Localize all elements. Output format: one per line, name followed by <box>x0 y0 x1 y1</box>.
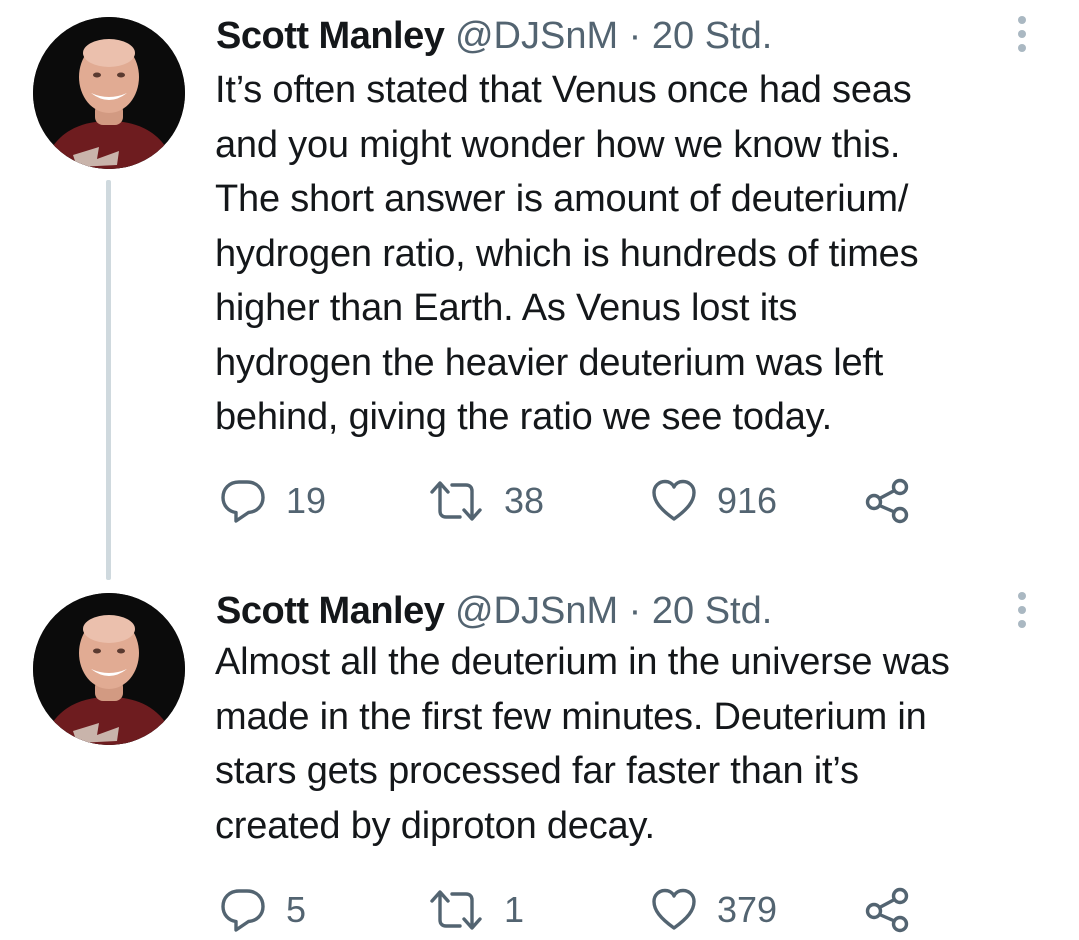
author-handle[interactable]: @DJSnM <box>455 590 618 632</box>
retweet-count: 38 <box>504 480 545 521</box>
share-icon <box>865 887 909 933</box>
like-button[interactable]: 379 <box>651 885 777 935</box>
share-button[interactable] <box>862 476 910 526</box>
reply-button[interactable]: 5 <box>220 885 306 935</box>
like-button[interactable]: 916 <box>651 476 777 526</box>
share-icon <box>865 478 909 524</box>
more-vertical-icon[interactable] <box>1012 15 1032 55</box>
retweet-icon <box>430 481 482 521</box>
tweet-header: Scott Manley @DJSnM · 20 Std. <box>216 14 772 58</box>
reply-icon <box>221 889 265 932</box>
reply-button[interactable]: 19 <box>220 476 326 526</box>
tweet-actions: 19 38 916 <box>0 476 1079 526</box>
header-separator: · <box>628 590 642 632</box>
retweet-icon <box>430 890 482 930</box>
retweet-button[interactable]: 38 <box>428 476 544 526</box>
reply-count: 5 <box>286 889 307 930</box>
tweet[interactable]: Scott Manley @DJSnM · 20 Std. Almost all… <box>0 580 1079 940</box>
author-name[interactable]: Scott Manley <box>216 15 445 57</box>
tweet-header: Scott Manley @DJSnM · 20 Std. <box>216 589 772 633</box>
avatar[interactable] <box>33 17 185 169</box>
tweet-timestamp[interactable]: 20 Std. <box>652 15 772 57</box>
reply-icon <box>221 480 265 523</box>
avatar[interactable] <box>33 593 185 745</box>
reply-count: 19 <box>286 480 327 521</box>
retweet-button[interactable]: 1 <box>428 885 524 935</box>
avatar-image <box>33 593 185 745</box>
tweet-timestamp[interactable]: 20 Std. <box>652 590 772 632</box>
tweet-actions: 5 1 379 <box>0 885 1079 935</box>
tweet-text: It’s often stated that Venus once had se… <box>215 69 919 438</box>
heart-icon <box>652 888 696 930</box>
like-count: 916 <box>717 480 778 521</box>
more-vertical-icon[interactable] <box>1012 591 1032 631</box>
share-button[interactable] <box>862 885 910 935</box>
heart-icon <box>652 479 696 521</box>
author-handle[interactable]: @DJSnM <box>455 15 618 57</box>
tweet[interactable]: Scott Manley @DJSnM · 20 Std. It’s often… <box>0 0 1079 580</box>
tweet-text: Almost all the deuterium in the universe… <box>215 641 950 847</box>
author-name[interactable]: Scott Manley <box>216 590 445 632</box>
like-count: 379 <box>717 889 778 930</box>
avatar-image <box>33 17 185 169</box>
header-separator: · <box>628 15 642 57</box>
retweet-count: 1 <box>504 889 525 930</box>
